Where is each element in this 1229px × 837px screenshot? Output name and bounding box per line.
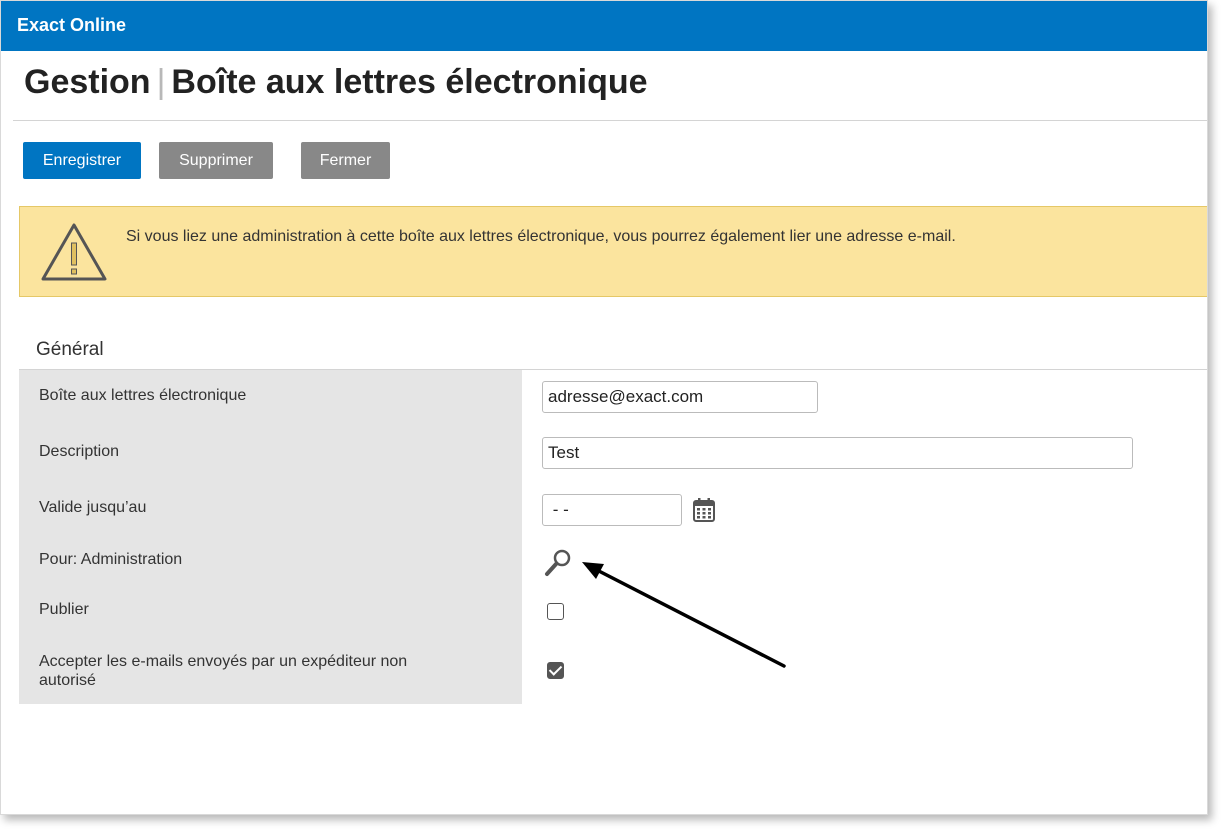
page-title: Gestion | Boîte aux lettres électronique [24,63,648,102]
app-window: Exact Online Gestion | Boîte aux lettres é… [0,0,1208,815]
description-label: Description [39,443,120,460]
valid-until-date-input[interactable] [542,494,682,526]
for-administration-label: Pour: Administration [39,551,183,568]
publish-checkbox[interactable] [547,603,564,620]
page-title-entity: Boîte aux lettres électronique [171,63,648,101]
section-title-general: Général [36,339,104,360]
publish-label: Publier [39,601,89,618]
save-button[interactable]: Enregistrer [23,142,141,179]
page-title-module: Gestion [24,63,151,101]
description-input[interactable] [542,437,1133,469]
header-divider [13,120,1207,121]
delete-button[interactable]: Supprimer [159,142,273,179]
warning-banner: Si vous liez une administration à cette … [19,206,1207,297]
close-button[interactable]: Fermer [301,142,390,179]
valid-until-label: Valide jusqu’au [39,499,147,516]
accept-unauthorized-label: Accepter les e-mails envoyés par un expé… [39,652,407,690]
search-icon[interactable] [543,548,573,578]
mailbox-input[interactable] [542,381,818,413]
top-bar: Exact Online [1,1,1207,51]
accept-unauthorized-label-line2: autorisé [39,672,96,689]
app-name[interactable]: Exact Online [17,15,126,36]
accept-unauthorized-checkbox[interactable] [547,662,564,679]
warning-message: Si vous liez une administration à cette … [126,228,956,245]
accept-unauthorized-label-line1: Accepter les e-mails envoyés par un expé… [39,653,408,670]
annotation-arrow-icon [582,562,786,668]
title-separator: | [156,63,166,101]
warning-triangle-icon [41,223,107,281]
mailbox-label: Boîte aux lettres électronique [39,387,247,404]
calendar-icon[interactable] [692,497,716,523]
